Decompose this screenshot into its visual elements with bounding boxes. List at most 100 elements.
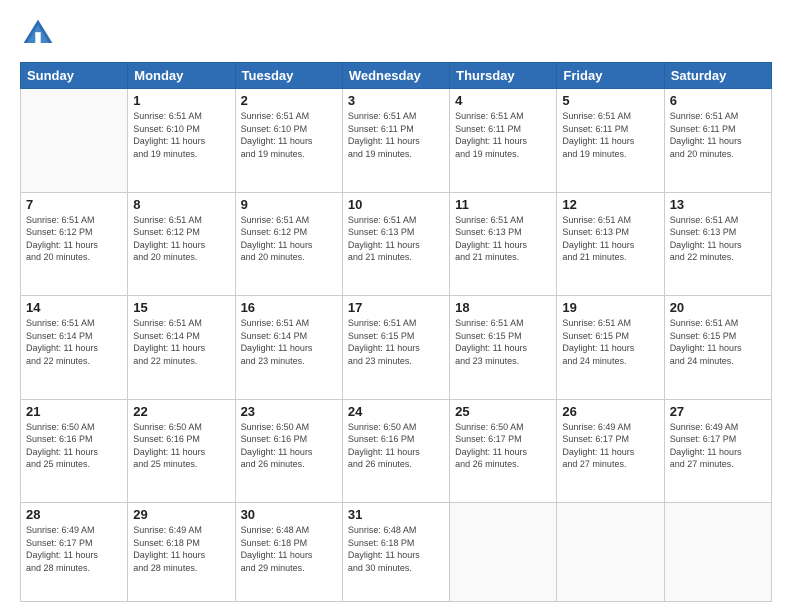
day-number: 19 (562, 300, 658, 315)
calendar-week-row: 21 Sunrise: 6:50 AM Sunset: 6:16 PM Dayli… (21, 399, 772, 503)
calendar-cell: 23 Sunrise: 6:50 AM Sunset: 6:16 PM Dayli… (235, 399, 342, 503)
calendar-cell: 7 Sunrise: 6:51 AM Sunset: 6:12 PM Daylig… (21, 192, 128, 296)
calendar-cell (450, 503, 557, 602)
day-number: 25 (455, 404, 551, 419)
day-info: Sunrise: 6:51 AM Sunset: 6:14 PM Dayligh… (133, 317, 229, 367)
calendar-cell: 25 Sunrise: 6:50 AM Sunset: 6:17 PM Dayli… (450, 399, 557, 503)
day-info: Sunrise: 6:51 AM Sunset: 6:14 PM Dayligh… (26, 317, 122, 367)
calendar-week-row: 7 Sunrise: 6:51 AM Sunset: 6:12 PM Daylig… (21, 192, 772, 296)
day-info: Sunrise: 6:51 AM Sunset: 6:15 PM Dayligh… (562, 317, 658, 367)
calendar-day-header: Sunday (21, 63, 128, 89)
calendar-cell (664, 503, 771, 602)
day-info: Sunrise: 6:51 AM Sunset: 6:10 PM Dayligh… (133, 110, 229, 160)
day-info: Sunrise: 6:49 AM Sunset: 6:17 PM Dayligh… (562, 421, 658, 471)
day-number: 5 (562, 93, 658, 108)
day-number: 28 (26, 507, 122, 522)
day-info: Sunrise: 6:51 AM Sunset: 6:12 PM Dayligh… (133, 214, 229, 264)
day-info: Sunrise: 6:51 AM Sunset: 6:12 PM Dayligh… (241, 214, 337, 264)
day-info: Sunrise: 6:50 AM Sunset: 6:16 PM Dayligh… (133, 421, 229, 471)
day-number: 21 (26, 404, 122, 419)
day-info: Sunrise: 6:49 AM Sunset: 6:18 PM Dayligh… (133, 524, 229, 574)
calendar-cell: 18 Sunrise: 6:51 AM Sunset: 6:15 PM Dayli… (450, 296, 557, 400)
calendar-cell: 4 Sunrise: 6:51 AM Sunset: 6:11 PM Daylig… (450, 89, 557, 193)
day-info: Sunrise: 6:51 AM Sunset: 6:12 PM Dayligh… (26, 214, 122, 264)
day-number: 4 (455, 93, 551, 108)
day-info: Sunrise: 6:51 AM Sunset: 6:14 PM Dayligh… (241, 317, 337, 367)
calendar-day-header: Tuesday (235, 63, 342, 89)
calendar-day-header: Thursday (450, 63, 557, 89)
calendar-table: SundayMondayTuesdayWednesdayThursdayFrid… (20, 62, 772, 602)
day-number: 14 (26, 300, 122, 315)
day-info: Sunrise: 6:51 AM Sunset: 6:15 PM Dayligh… (348, 317, 444, 367)
day-number: 23 (241, 404, 337, 419)
calendar-cell: 17 Sunrise: 6:51 AM Sunset: 6:15 PM Dayli… (342, 296, 449, 400)
day-info: Sunrise: 6:49 AM Sunset: 6:17 PM Dayligh… (26, 524, 122, 574)
day-number: 7 (26, 197, 122, 212)
calendar-week-row: 14 Sunrise: 6:51 AM Sunset: 6:14 PM Dayli… (21, 296, 772, 400)
day-number: 16 (241, 300, 337, 315)
day-info: Sunrise: 6:50 AM Sunset: 6:16 PM Dayligh… (241, 421, 337, 471)
calendar-day-header: Friday (557, 63, 664, 89)
day-info: Sunrise: 6:51 AM Sunset: 6:13 PM Dayligh… (562, 214, 658, 264)
day-info: Sunrise: 6:51 AM Sunset: 6:11 PM Dayligh… (348, 110, 444, 160)
day-number: 3 (348, 93, 444, 108)
day-number: 11 (455, 197, 551, 212)
day-info: Sunrise: 6:50 AM Sunset: 6:16 PM Dayligh… (348, 421, 444, 471)
day-number: 30 (241, 507, 337, 522)
day-number: 13 (670, 197, 766, 212)
day-number: 8 (133, 197, 229, 212)
calendar-cell: 22 Sunrise: 6:50 AM Sunset: 6:16 PM Dayli… (128, 399, 235, 503)
day-info: Sunrise: 6:50 AM Sunset: 6:16 PM Dayligh… (26, 421, 122, 471)
calendar-cell: 16 Sunrise: 6:51 AM Sunset: 6:14 PM Dayli… (235, 296, 342, 400)
day-info: Sunrise: 6:51 AM Sunset: 6:11 PM Dayligh… (670, 110, 766, 160)
day-number: 6 (670, 93, 766, 108)
day-number: 12 (562, 197, 658, 212)
day-number: 31 (348, 507, 444, 522)
calendar-cell: 1 Sunrise: 6:51 AM Sunset: 6:10 PM Daylig… (128, 89, 235, 193)
calendar-week-row: 1 Sunrise: 6:51 AM Sunset: 6:10 PM Daylig… (21, 89, 772, 193)
calendar-cell: 2 Sunrise: 6:51 AM Sunset: 6:10 PM Daylig… (235, 89, 342, 193)
day-number: 20 (670, 300, 766, 315)
calendar-cell (21, 89, 128, 193)
calendar-cell: 8 Sunrise: 6:51 AM Sunset: 6:12 PM Daylig… (128, 192, 235, 296)
day-number: 1 (133, 93, 229, 108)
calendar-cell: 28 Sunrise: 6:49 AM Sunset: 6:17 PM Dayli… (21, 503, 128, 602)
day-number: 10 (348, 197, 444, 212)
day-info: Sunrise: 6:51 AM Sunset: 6:11 PM Dayligh… (455, 110, 551, 160)
day-info: Sunrise: 6:49 AM Sunset: 6:17 PM Dayligh… (670, 421, 766, 471)
day-number: 24 (348, 404, 444, 419)
day-info: Sunrise: 6:48 AM Sunset: 6:18 PM Dayligh… (348, 524, 444, 574)
calendar-cell: 9Sunrise: 6:51 AM Sunset: 6:12 PM Daylig… (235, 192, 342, 296)
calendar-cell: 19 Sunrise: 6:51 AM Sunset: 6:15 PM Dayli… (557, 296, 664, 400)
calendar-day-header: Monday (128, 63, 235, 89)
day-info: Sunrise: 6:51 AM Sunset: 6:13 PM Dayligh… (670, 214, 766, 264)
calendar-day-header: Wednesday (342, 63, 449, 89)
day-number: 2 (241, 93, 337, 108)
calendar-header-row: SundayMondayTuesdayWednesdayThursdayFrid… (21, 63, 772, 89)
day-number: 15 (133, 300, 229, 315)
day-number: 22 (133, 404, 229, 419)
calendar-cell: 14 Sunrise: 6:51 AM Sunset: 6:14 PM Dayli… (21, 296, 128, 400)
day-info: Sunrise: 6:48 AM Sunset: 6:18 PM Dayligh… (241, 524, 337, 574)
day-info: Sunrise: 6:51 AM Sunset: 6:11 PM Dayligh… (562, 110, 658, 160)
day-number: 29 (133, 507, 229, 522)
calendar-cell: 21 Sunrise: 6:50 AM Sunset: 6:16 PM Dayli… (21, 399, 128, 503)
calendar-cell: 30 Sunrise: 6:48 AM Sunset: 6:18 PM Dayli… (235, 503, 342, 602)
day-info: Sunrise: 6:50 AM Sunset: 6:17 PM Dayligh… (455, 421, 551, 471)
logo-icon (20, 16, 56, 52)
calendar-cell: 5 Sunrise: 6:51 AM Sunset: 6:11 PM Daylig… (557, 89, 664, 193)
day-number: 18 (455, 300, 551, 315)
calendar-cell: 12 Sunrise: 6:51 AM Sunset: 6:13 PM Dayli… (557, 192, 664, 296)
calendar-cell: 31 Sunrise: 6:48 AM Sunset: 6:18 PM Dayli… (342, 503, 449, 602)
day-number: 17 (348, 300, 444, 315)
day-number: 26 (562, 404, 658, 419)
calendar-cell: 13 Sunrise: 6:51 AM Sunset: 6:13 PM Dayli… (664, 192, 771, 296)
day-info: Sunrise: 6:51 AM Sunset: 6:10 PM Dayligh… (241, 110, 337, 160)
calendar-cell: 20Sunrise: 6:51 AM Sunset: 6:15 PM Dayli… (664, 296, 771, 400)
calendar-cell: 15 Sunrise: 6:51 AM Sunset: 6:14 PM Dayli… (128, 296, 235, 400)
header (20, 16, 772, 52)
day-info: Sunrise: 6:51 AM Sunset: 6:15 PM Dayligh… (455, 317, 551, 367)
day-info: Sunrise: 6:51 AM Sunset: 6:13 PM Dayligh… (348, 214, 444, 264)
logo (20, 16, 60, 52)
calendar-cell: 10 Sunrise: 6:51 AM Sunset: 6:13 PM Dayli… (342, 192, 449, 296)
